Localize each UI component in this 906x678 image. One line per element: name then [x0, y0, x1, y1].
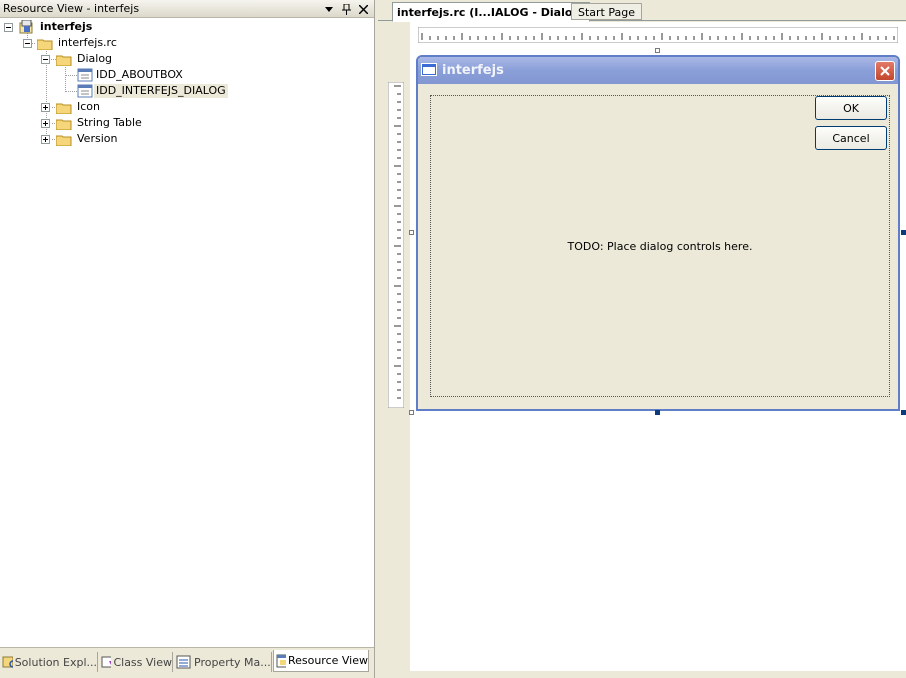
- tree-item-label: IDD_INTERFEJS_DIALOG: [94, 84, 228, 98]
- folder-icon: [55, 102, 72, 115]
- tab-label: Solution Expl...: [14, 655, 97, 669]
- folder-icon: [36, 38, 53, 51]
- dialog-resource-icon: [77, 68, 93, 82]
- tab-class-view[interactable]: Class View: [99, 652, 173, 672]
- resize-handle-right[interactable]: [901, 230, 906, 235]
- vertical-ruler[interactable]: [388, 82, 404, 408]
- tree-item-label: IDD_ABOUTBOX: [96, 68, 183, 81]
- tab-property-manager[interactable]: Property Ma...: [174, 652, 272, 672]
- tool-window-tabs: Solution Expl... Class View Property Ma.…: [0, 648, 374, 678]
- cancel-button[interactable]: Cancel: [815, 126, 887, 150]
- resource-view-icon: [276, 654, 286, 667]
- tree-item-label: interfejs.rc: [58, 36, 117, 49]
- dropdown-arrow-icon[interactable]: [321, 1, 337, 17]
- document-tab-strip: interfejs.rc (I...IALOG - Dialog) Start …: [378, 0, 906, 22]
- resize-handle-bottom-left: [409, 410, 414, 415]
- tab-label: Resource View: [287, 654, 368, 667]
- class-view-icon: [101, 656, 112, 668]
- close-icon: [875, 61, 895, 81]
- collapse-icon[interactable]: [23, 39, 32, 48]
- tree-item-label: String Table: [77, 116, 142, 129]
- tree-item-label: Version: [77, 132, 118, 145]
- pane-header: Resource View - interfejs: [0, 0, 374, 18]
- tree-item-label: interfejs: [40, 20, 93, 33]
- resize-handle-top: [655, 48, 660, 53]
- resize-handle-bottom[interactable]: [655, 410, 660, 415]
- tree-item-label: Dialog: [77, 52, 113, 65]
- tab-label: Property Ma...: [194, 655, 271, 669]
- folder-icon: [55, 118, 72, 131]
- collapse-icon[interactable]: [41, 55, 50, 64]
- collapse-icon[interactable]: [4, 23, 13, 32]
- folder-icon: [55, 134, 72, 147]
- todo-static-text[interactable]: TODO: Place dialog controls here.: [418, 240, 898, 253]
- dialog-preview[interactable]: interfejs OK Cancel TODO: Place dialog c…: [416, 55, 900, 411]
- solution-explorer-icon: [2, 656, 13, 668]
- dialog-resource-icon: [77, 84, 93, 98]
- tree-item-label: Icon: [77, 100, 100, 113]
- dialog-title: interfejs: [442, 63, 504, 78]
- resource-tree: interfejs interfejs.rc Dialog IDD_ABOUTB…: [0, 18, 374, 648]
- horizontal-ruler[interactable]: [418, 27, 898, 43]
- pin-icon[interactable]: [338, 1, 354, 17]
- tab-start-page[interactable]: Start Page: [571, 3, 642, 20]
- tab-label: Class View: [113, 655, 172, 669]
- tab-resource-view[interactable]: Resource View: [273, 650, 369, 672]
- window-icon: [421, 63, 437, 76]
- property-manager-icon: [176, 655, 191, 669]
- resize-handle-bottom-right[interactable]: [901, 410, 906, 415]
- close-icon[interactable]: [355, 1, 371, 17]
- resize-handle-left: [409, 230, 414, 235]
- dialog-titlebar: interfejs: [418, 57, 898, 84]
- expand-icon[interactable]: [41, 119, 50, 128]
- pane-title: Resource View - interfejs: [3, 2, 140, 15]
- expand-icon[interactable]: [41, 135, 50, 144]
- resource-view-panel: Resource View - interfejs interfejs inte…: [0, 0, 375, 678]
- ok-button[interactable]: OK: [815, 96, 887, 120]
- project-icon: [19, 19, 35, 34]
- folder-icon: [55, 54, 72, 67]
- tab-dialog-editor[interactable]: interfejs.rc (I...IALOG - Dialog): [392, 2, 591, 22]
- tab-solution-explorer[interactable]: Solution Expl...: [0, 652, 98, 672]
- expand-icon[interactable]: [41, 103, 50, 112]
- editor-bottom-edge: [378, 671, 906, 678]
